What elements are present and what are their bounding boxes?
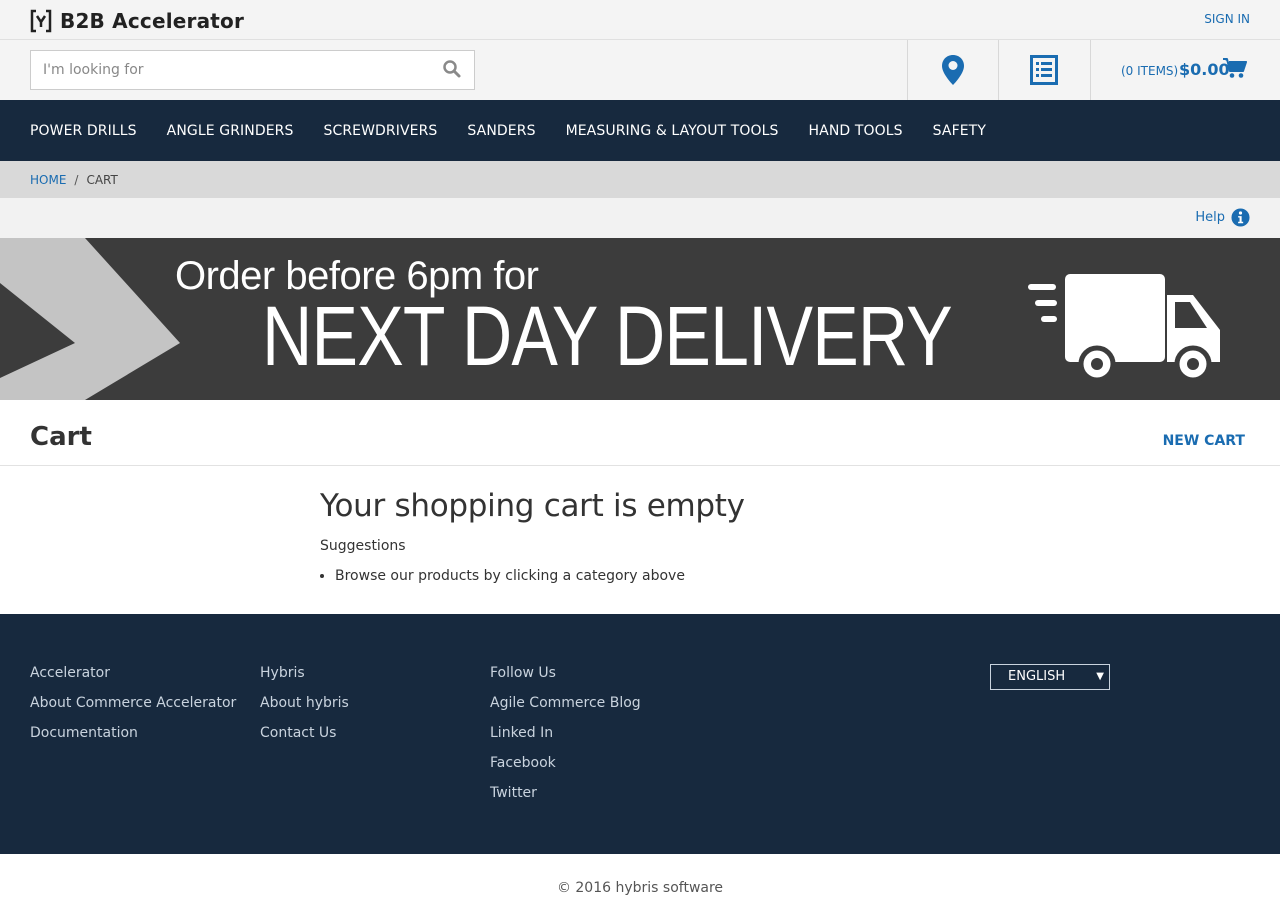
footer-column-hybris: Hybris About hybris Contact Us: [260, 664, 349, 754]
sign-in-link[interactable]: SIGN IN: [1204, 12, 1250, 26]
footer-link[interactable]: Facebook: [490, 754, 641, 784]
search-icon: [443, 60, 461, 78]
empty-cart-message: Your shopping cart is empty Suggestions …: [320, 488, 745, 584]
nav-item-sanders[interactable]: SANDERS: [467, 123, 535, 139]
new-cart-button[interactable]: NEW CART: [1163, 433, 1245, 449]
nav-item-measuring-layout-tools[interactable]: MEASURING & LAYOUT TOOLS: [566, 123, 779, 139]
nav-item-hand-tools[interactable]: HAND TOOLS: [809, 123, 903, 139]
help-label: Help: [1195, 210, 1225, 225]
shopping-cart-icon: [1223, 57, 1247, 83]
nav-item-power-drills[interactable]: POWER DRILLS: [30, 123, 137, 139]
footer-link[interactable]: About hybris: [260, 694, 349, 724]
footer-column-accelerator: Accelerator About Commerce Accelerator D…: [30, 664, 236, 754]
footer-link[interactable]: Linked In: [490, 724, 641, 754]
hybris-logo-icon: [30, 9, 52, 33]
delivery-banner[interactable]: Order before 6pm for NEXT DAY DELIVERY: [0, 238, 1280, 400]
quick-order-button[interactable]: [998, 40, 1089, 100]
search-input[interactable]: [31, 51, 431, 89]
breadcrumb-current: CART: [86, 172, 118, 187]
suggestions-label: Suggestions: [320, 538, 406, 554]
store-locator-button[interactable]: [907, 40, 998, 100]
breadcrumb-separator: /: [74, 172, 79, 187]
copyright: © 2016 hybris software: [0, 854, 1280, 923]
chevron-right-icon: [0, 238, 180, 400]
nav-item-safety[interactable]: SAFETY: [933, 123, 986, 139]
footer-heading: Accelerator: [30, 665, 110, 681]
search-row: (0 ITEMS) $0.00: [0, 40, 1280, 100]
suggestions-list: Browse our products by clicking a catego…: [320, 568, 745, 584]
page-title: Cart: [30, 422, 92, 452]
mini-cart-item-count: (0 ITEMS): [1121, 64, 1179, 78]
search-button[interactable]: [442, 59, 464, 81]
help-bar: Help: [0, 198, 1280, 238]
nav-item-angle-grinders[interactable]: ANGLE GRINDERS: [167, 123, 294, 139]
logo-text: B2B Accelerator: [60, 9, 245, 33]
chevron-down-icon: ▼: [1096, 671, 1104, 682]
language-selected-value: ENGLISH: [1008, 669, 1066, 684]
language-selector[interactable]: ENGLISH ▼: [990, 664, 1110, 690]
footer-heading: Hybris: [260, 665, 305, 681]
top-bar: B2B Accelerator SIGN IN: [0, 0, 1280, 40]
main-navigation: POWER DRILLS ANGLE GRINDERS SCREWDRIVERS…: [0, 100, 1280, 161]
footer-link[interactable]: Agile Commerce Blog: [490, 694, 641, 724]
info-circle-icon: [1231, 208, 1250, 227]
banner-headline: NEXT DAY DELIVERY: [262, 289, 953, 383]
footer-link[interactable]: Contact Us: [260, 724, 349, 754]
search-box: [30, 50, 475, 90]
empty-cart-heading: Your shopping cart is empty: [320, 488, 745, 524]
cart-header: Cart NEW CART: [0, 400, 1280, 466]
nav-item-screwdrivers[interactable]: SCREWDRIVERS: [323, 123, 437, 139]
map-marker-icon: [942, 55, 964, 85]
site-logo[interactable]: B2B Accelerator: [30, 8, 244, 34]
footer-link[interactable]: Twitter: [490, 784, 641, 814]
footer-link[interactable]: Documentation: [30, 724, 236, 754]
help-link[interactable]: Help: [1195, 208, 1250, 227]
mini-cart[interactable]: (0 ITEMS) $0.00: [1090, 40, 1280, 100]
footer-column-follow-us: Follow Us Agile Commerce Blog Linked In …: [490, 664, 641, 814]
footer-link[interactable]: About Commerce Accelerator: [30, 694, 236, 724]
breadcrumb: HOME / CART: [0, 161, 1280, 198]
suggestion-item: Browse our products by clicking a catego…: [335, 568, 745, 584]
truck-icon: [1028, 274, 1220, 383]
footer: Accelerator About Commerce Accelerator D…: [0, 614, 1280, 854]
list-icon: [1030, 55, 1058, 85]
breadcrumb-home-link[interactable]: HOME: [30, 173, 66, 187]
footer-heading: Follow Us: [490, 665, 556, 681]
